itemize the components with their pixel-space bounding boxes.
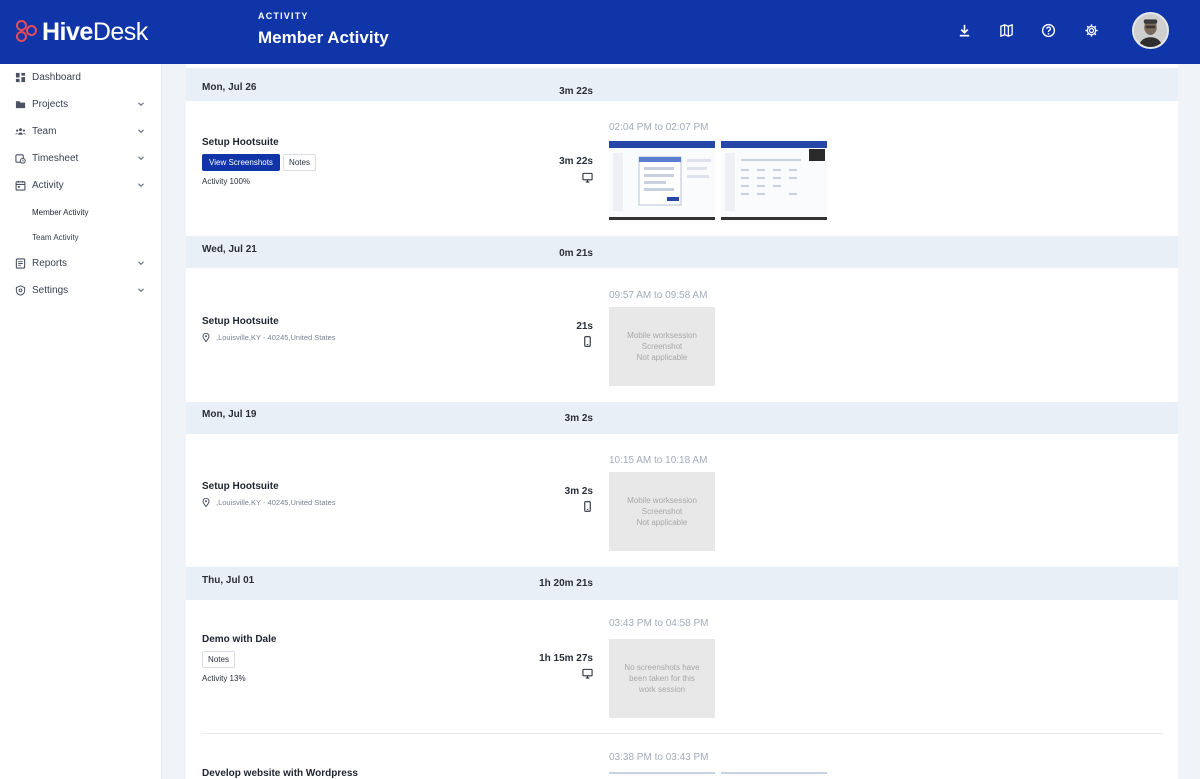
entry-title: Develop website with Wordpress <box>202 768 358 779</box>
location-text: ,Louisville,KY - 40245,United States <box>216 333 336 342</box>
screenshot-thumbnail[interactable] <box>609 772 715 779</box>
location-pin-icon <box>202 498 210 507</box>
sidebar-item-timesheet[interactable]: Timesheet <box>0 147 162 169</box>
activity-percent: Activity 13% <box>202 674 246 683</box>
page-title: Member Activity <box>258 28 389 47</box>
entry-title: Demo with Dale <box>202 634 277 645</box>
sidebar-item-label: Settings <box>32 284 69 296</box>
location-pin-icon <box>202 333 210 342</box>
sidebar-item-team[interactable]: Team <box>0 120 162 142</box>
time-range: 09:57 AM to 09:58 AM <box>609 290 708 301</box>
monitor-icon <box>582 666 593 679</box>
chevron-down-icon <box>138 102 144 107</box>
date-label: Mon, Jul 26 <box>202 82 257 93</box>
chevron-down-icon <box>138 288 144 293</box>
sidebar-item-reports[interactable]: Reports <box>0 252 162 274</box>
chevron-down-icon <box>138 129 144 134</box>
date-header: Wed, Jul 21 0m 21s <box>186 236 1178 268</box>
sidebar-item-label: Team <box>32 125 57 137</box>
time-range: 02:04 PM to 02:07 PM <box>609 122 709 133</box>
entry-duration: 21s <box>576 321 593 332</box>
sidebar-item-label: Activity <box>32 179 64 191</box>
header-section-label: ACTIVITY <box>258 11 309 21</box>
entry-title: Setup Hootsuite <box>202 316 279 327</box>
settings-icon <box>15 284 26 296</box>
list-item: Setup Hootsuite ,Louisville,KY - 40245,U… <box>186 268 1178 402</box>
entry-location: ,Louisville,KY - 40245,United States <box>202 333 336 342</box>
list-item: Develop website with Wordpress 03:38 PM … <box>186 734 1178 779</box>
view-screenshots-button[interactable]: View Screenshots <box>202 154 280 171</box>
date-label: Mon, Jul 19 <box>202 409 257 420</box>
time-range: 03:43 PM to 04:58 PM <box>609 618 709 629</box>
entry-title: Setup Hootsuite <box>202 481 279 492</box>
day-total: 1h 20m 21s <box>539 578 593 589</box>
sidebar-item-label: Dashboard <box>32 71 81 83</box>
date-header: Mon, Jul 26 3m 22s <box>186 68 1178 101</box>
sidebar-item-label: Projects <box>32 98 69 110</box>
entry-duration: 3m 22s <box>559 156 593 167</box>
chevron-down-icon <box>138 156 144 161</box>
mobile-icon <box>582 334 593 347</box>
user-avatar[interactable] <box>1132 12 1169 49</box>
entry-location: ,Louisville,KY - 40245,United States <box>202 498 336 507</box>
sidebar-subitem-member-activity[interactable]: Member Activity <box>32 208 88 217</box>
date-header: Mon, Jul 19 3m 2s <box>186 402 1178 434</box>
map-icon[interactable] <box>996 20 1016 40</box>
time-range: 03:38 PM to 03:43 PM <box>609 752 709 763</box>
sidebar-item-activity[interactable]: Activity <box>0 174 162 196</box>
sidebar-item-dashboard[interactable]: Dashboard <box>0 66 162 88</box>
sidebar-item-projects[interactable]: Projects <box>0 93 162 115</box>
logo-mark-icon <box>16 20 40 44</box>
screenshot-placeholder: No screenshots have been taken for this … <box>609 639 715 718</box>
day-total: 3m 22s <box>559 86 593 97</box>
monitor-icon <box>582 170 593 183</box>
screenshot-placeholder: Mobile worksession Screenshot Not applic… <box>609 307 715 386</box>
gear-icon[interactable] <box>1081 20 1101 40</box>
notes-button[interactable]: Notes <box>202 651 235 668</box>
notes-button[interactable]: Notes <box>283 154 316 171</box>
screenshot-thumbnail[interactable] <box>721 772 827 779</box>
activity-percent: Activity 100% <box>202 177 251 186</box>
team-icon <box>15 126 26 137</box>
list-item: Setup Hootsuite ,Louisville,KY - 40245,U… <box>186 434 1178 567</box>
date-header: Thu, Jul 01 1h 20m 21s <box>186 567 1178 600</box>
top-bar: HiveDesk ACTIVITY Member Activity <box>0 0 1200 64</box>
date-label: Thu, Jul 01 <box>202 575 255 586</box>
chevron-down-icon <box>138 183 144 188</box>
entry-duration: 3m 2s <box>564 486 593 497</box>
screenshot-placeholder: Mobile worksession Screenshot Not applic… <box>609 472 715 551</box>
day-total: 3m 2s <box>564 413 593 424</box>
reports-icon <box>15 257 26 269</box>
calendar-icon <box>15 180 26 191</box>
sidebar: Dashboard Projects Team Timesheet Activi… <box>0 64 162 779</box>
sidebar-item-settings[interactable]: Settings <box>0 279 162 301</box>
screenshot-thumbnail[interactable] <box>609 141 715 220</box>
mobile-icon <box>582 499 593 512</box>
entry-duration: 1h 15m 27s <box>539 653 593 664</box>
hivedesk-logo[interactable]: HiveDesk <box>16 16 148 48</box>
list-item: Setup Hootsuite View Screenshots Notes A… <box>186 101 1178 236</box>
list-item: Demo with Dale Notes Activity 13% 1h 15m… <box>186 600 1178 734</box>
download-icon[interactable] <box>954 20 974 40</box>
logo-text: HiveDesk <box>42 17 148 46</box>
sidebar-item-label: Reports <box>32 257 68 269</box>
timesheet-icon <box>15 153 26 164</box>
day-total: 0m 21s <box>559 248 593 259</box>
sidebar-subitem-team-activity[interactable]: Team Activity <box>32 233 79 242</box>
activity-list: Mon, Jul 26 3m 22s Setup Hootsuite View … <box>186 64 1178 779</box>
location-text: ,Louisville,KY - 40245,United States <box>216 498 336 507</box>
chevron-down-icon <box>138 261 144 266</box>
date-label: Wed, Jul 21 <box>202 244 257 255</box>
folder-icon <box>15 99 26 110</box>
dashboard-icon <box>15 72 26 83</box>
help-icon[interactable] <box>1038 20 1058 40</box>
sidebar-item-label: Timesheet <box>32 152 79 164</box>
time-range: 10:15 AM to 10:18 AM <box>609 455 708 466</box>
screenshot-thumbnail[interactable] <box>721 141 827 220</box>
entry-title: Setup Hootsuite <box>202 137 279 148</box>
